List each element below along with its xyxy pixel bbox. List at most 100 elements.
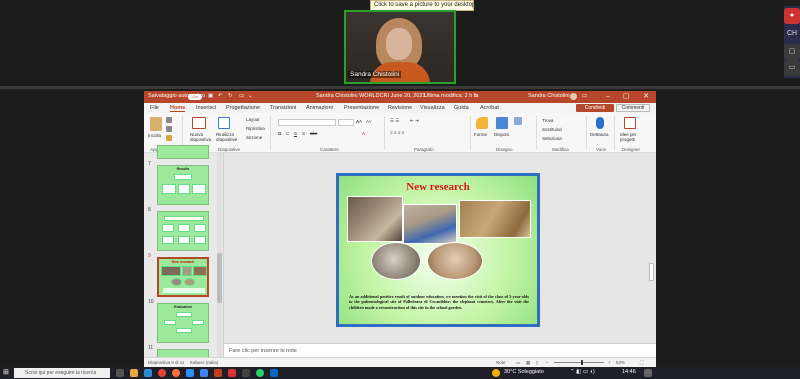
zoom-slider-handle[interactable]	[581, 360, 583, 365]
save-icon[interactable]: ▣	[208, 93, 213, 99]
bullets-icon[interactable]: ☰ ☰	[390, 118, 399, 124]
participants-icon[interactable]: ▢	[784, 44, 800, 60]
align-icons[interactable]: ≡ ≡ ≡ ≡	[390, 130, 404, 135]
thumbnails-scrollbar[interactable]	[217, 153, 222, 367]
close-icon[interactable]: ✕	[638, 91, 654, 103]
scrollbar-thumb[interactable]	[217, 253, 222, 303]
slideshow-icon[interactable]: ▭	[239, 93, 244, 99]
shapes-icon[interactable]	[476, 117, 488, 129]
bold-icon[interactable]: G	[278, 131, 282, 136]
designer-icon[interactable]	[624, 117, 636, 129]
tab-view[interactable]: Visualizza	[420, 105, 445, 111]
thumbnail-slide-10[interactable]: Evaluation	[157, 303, 209, 343]
microphone-icon[interactable]	[596, 117, 604, 129]
photo-children-digging[interactable]	[427, 242, 483, 280]
replace-button[interactable]: Sostituisci	[542, 127, 562, 132]
titlebar-search-icon[interactable]: ⌕	[474, 93, 477, 100]
shapes-button[interactable]: Forme	[474, 132, 487, 137]
section-button[interactable]: Sezione	[246, 135, 262, 140]
find-button[interactable]: Trova	[542, 118, 553, 123]
chrome-icon[interactable]	[158, 369, 166, 377]
reset-button[interactable]: Ripristina	[246, 126, 265, 131]
thumbnail-slide-8[interactable]	[157, 211, 209, 251]
normal-view-icon[interactable]: ▭	[516, 360, 520, 366]
tab-slideshow[interactable]: Presentazione	[344, 105, 379, 111]
tab-acrobat[interactable]: Acrobat	[480, 105, 499, 111]
indent-icon[interactable]: ⇤ ⇥	[410, 118, 419, 124]
arrange-icon[interactable]	[496, 117, 508, 129]
dictation-button[interactable]: Dettatura	[590, 132, 609, 137]
select-button[interactable]: Seleziona	[542, 136, 562, 141]
slide-title[interactable]: New research	[339, 181, 537, 193]
mic-muted-icon[interactable]: ●	[784, 8, 800, 24]
new-slide-icon[interactable]	[192, 117, 206, 129]
task-view-icon[interactable]	[116, 369, 124, 377]
font-family-select[interactable]	[278, 119, 336, 126]
autosave-toggle[interactable]: On	[188, 94, 202, 100]
editor-scrollbar[interactable]	[646, 153, 656, 343]
slide-body-text[interactable]: As an additional positive result of outd…	[349, 294, 529, 310]
reading-view-icon[interactable]: ▯	[536, 360, 538, 366]
chat-icon[interactable]: ▭	[784, 60, 800, 76]
scrollbar-thumb[interactable]	[649, 263, 654, 281]
zoom-in-icon[interactable]: +	[608, 360, 611, 365]
paste-button[interactable]: Incolla	[148, 133, 161, 138]
sorter-view-icon[interactable]: ▦	[526, 360, 530, 366]
notes-toggle[interactable]: Note	[496, 360, 506, 365]
weather-icon[interactable]	[492, 369, 500, 377]
arrange-button[interactable]: Disponi	[494, 132, 509, 137]
word-icon[interactable]	[270, 369, 278, 377]
tab-animations[interactable]: Animazioni	[306, 105, 333, 111]
quick-styles-icon[interactable]	[514, 117, 522, 125]
thumbnail-slide-9[interactable]: New research	[157, 257, 209, 297]
designer-button[interactable]: Idee per progetti	[620, 132, 646, 142]
font-color-icon[interactable]: A	[362, 131, 365, 136]
app-icon[interactable]	[242, 369, 250, 377]
zoom-slider[interactable]	[554, 362, 604, 363]
notes-pane[interactable]: Fare clic per inserire le note	[224, 343, 656, 357]
file-explorer-icon[interactable]	[130, 369, 138, 377]
font-size-up-icon[interactable]: A˄	[356, 119, 362, 124]
minimize-icon[interactable]: –	[600, 91, 616, 103]
zoom-out-icon[interactable]: –	[546, 360, 549, 365]
user-name[interactable]: Sandra Chistolini	[528, 93, 570, 99]
current-slide[interactable]: New research As an additional positive r…	[336, 173, 540, 327]
paste-icon[interactable]	[150, 117, 162, 131]
tab-insert[interactable]: Inserisci	[196, 105, 216, 111]
new-slide-button[interactable]: Nuova diapositiva	[190, 132, 212, 142]
strikethrough-icon[interactable]: abc	[310, 131, 317, 136]
shadow-icon[interactable]: S	[302, 131, 305, 136]
acrobat-icon[interactable]	[228, 369, 236, 377]
fit-slide-icon[interactable]: ⛶	[640, 360, 643, 365]
underline-icon[interactable]: S	[294, 131, 297, 136]
last-modified[interactable]: Ultima modifica: 2 h fa	[424, 93, 478, 99]
font-size-select[interactable]	[338, 119, 354, 126]
comments-button[interactable]: Commenti	[616, 104, 650, 112]
share-button[interactable]: Condividi	[576, 104, 614, 112]
edge-icon[interactable]	[144, 369, 152, 377]
user-avatar[interactable]	[570, 93, 577, 100]
photo-child-reconstruction[interactable]	[371, 242, 421, 280]
copy-icon[interactable]	[166, 126, 172, 132]
tab-transitions[interactable]: Transizioni	[270, 105, 296, 111]
store-icon[interactable]	[200, 369, 208, 377]
tab-home[interactable]: Home	[170, 105, 186, 112]
layout-button[interactable]: Layout	[246, 117, 260, 122]
ribbon-options-icon[interactable]: ▭	[582, 93, 587, 99]
windows-start-icon[interactable]: ⊞	[3, 369, 11, 377]
customize-icon[interactable]: ⌄	[248, 93, 253, 99]
format-painter-icon[interactable]	[166, 135, 172, 141]
system-tray-icons[interactable]: ⌃ ◧ ▭ ◖)	[570, 369, 595, 375]
photo-site-visit[interactable]	[403, 204, 457, 244]
tab-help[interactable]: Guida	[454, 105, 469, 111]
thumbnail-partial[interactable]	[157, 145, 209, 159]
tab-review[interactable]: Revisione	[388, 105, 412, 111]
photo-children-museum[interactable]	[347, 196, 403, 242]
maximize-icon[interactable]: ▢	[618, 91, 634, 103]
font-size-down-icon[interactable]: A˅	[366, 119, 372, 124]
undo-icon[interactable]: ↶	[218, 93, 223, 99]
weather-text[interactable]: 30°C Soleggiato	[504, 369, 544, 375]
reuse-slide-icon[interactable]	[218, 117, 230, 129]
tab-design[interactable]: Progettazione	[226, 105, 260, 111]
firefox-icon[interactable]	[172, 369, 180, 377]
